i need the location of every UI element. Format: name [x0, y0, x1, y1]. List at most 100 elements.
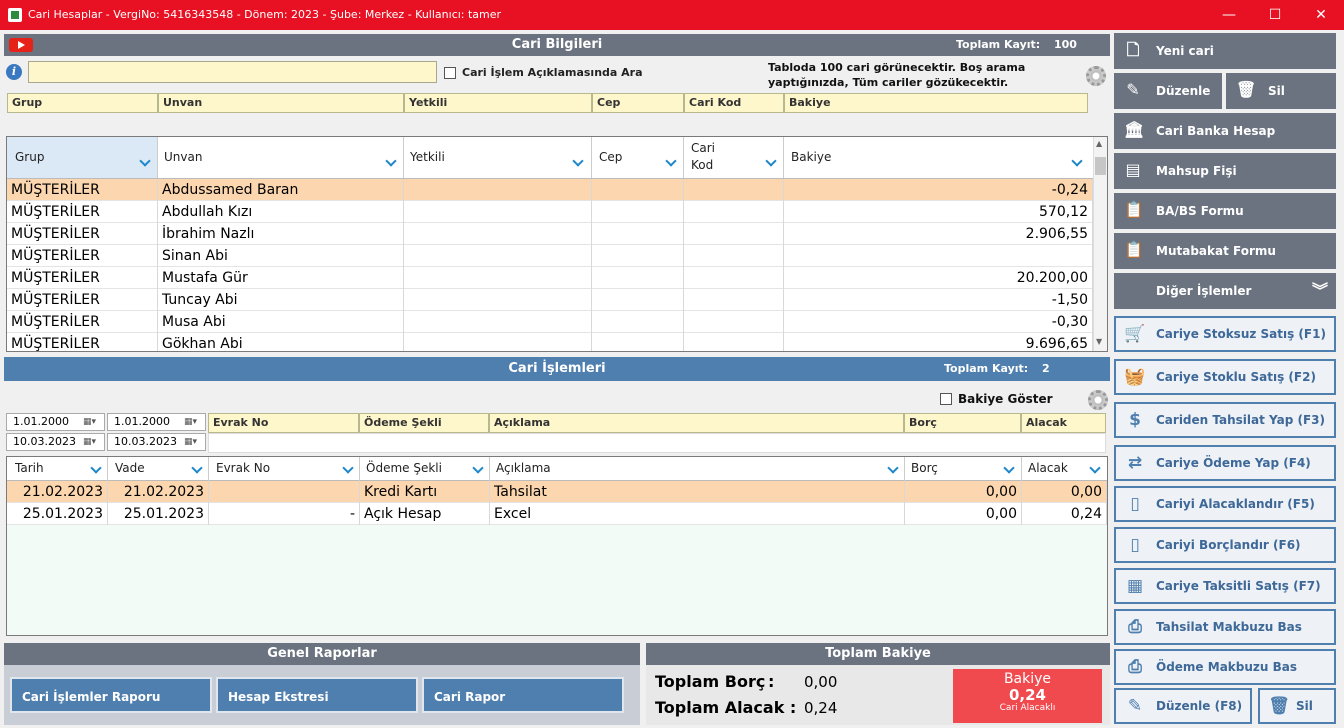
cari-total-value: 100 — [1054, 38, 1077, 51]
chevron-down-icon[interactable] — [887, 462, 899, 474]
aciklama-search-checkbox[interactable] — [444, 67, 456, 79]
duzenle-f8-button[interactable]: ✎ Düzenle (F8) — [1114, 688, 1252, 724]
chevron-down-icon[interactable] — [472, 462, 484, 474]
calendar-dropdown-icon[interactable]: ▦▾ — [184, 436, 202, 448]
mahsup-fisi-button[interactable]: ▤ Mahsup Fişi — [1114, 153, 1336, 189]
filter-cari-kod[interactable]: Cari Kod — [684, 93, 784, 113]
side-action-button[interactable]: 🛒 Cariye Stoksuz Satış (F1) — [1114, 316, 1336, 352]
cari-row[interactable]: MÜŞTERİLER Abdullah Kızı 570,12 — [7, 201, 1093, 223]
mutabakat-formu-button[interactable]: 📋 Mutabakat Formu — [1114, 233, 1336, 269]
close-button[interactable]: ✕ — [1298, 0, 1344, 30]
col-cep[interactable]: Cep — [592, 137, 684, 178]
filter-cep[interactable]: Cep — [592, 93, 684, 113]
scroll-up-icon[interactable]: ▲ — [1096, 139, 1102, 148]
calendar-dropdown-icon[interactable]: ▦▾ — [83, 416, 101, 428]
side-action-button[interactable]: ▯ Cariyi Borçlandır (F6) — [1114, 527, 1336, 563]
chevron-down-icon[interactable] — [90, 462, 102, 474]
side-action-button[interactable]: ▯ Cariyi Alacaklandır (F5) — [1114, 486, 1336, 522]
pencil-icon: ✎ — [1127, 696, 1143, 716]
new-file-icon: 🗋 — [1126, 40, 1140, 59]
chevron-down-icon[interactable] — [139, 155, 151, 167]
chevron-down-icon[interactable] — [385, 155, 397, 167]
payment-icon: ⇄ — [1127, 453, 1143, 473]
sil-button[interactable]: 🗑 Sil — [1226, 73, 1336, 109]
calendar-dropdown-icon[interactable]: ▦▾ — [83, 436, 101, 448]
chevron-down-icon[interactable] — [1071, 155, 1083, 167]
date-from-vade[interactable]: 1.01.2000 ▦▾ — [107, 413, 206, 431]
scroll-thumb[interactable] — [1095, 157, 1106, 175]
receipt-icon: ▯ — [1130, 535, 1140, 555]
col-grup[interactable]: Grup — [7, 137, 158, 178]
col-yetkili[interactable]: Yetkili — [404, 137, 592, 178]
bakiye-goster-checkbox[interactable] — [940, 393, 952, 405]
filter-alacak[interactable]: Alacak — [1021, 413, 1106, 433]
col-odeme-sekli[interactable]: Ödeme Şekli — [360, 457, 490, 481]
col-borc[interactable]: Borç — [905, 457, 1022, 481]
maximize-button[interactable]: ☐ — [1252, 0, 1298, 30]
chevron-down-icon[interactable] — [1089, 462, 1101, 474]
cari-row[interactable]: MÜŞTERİLER Tuncay Abi -1,50 — [7, 289, 1093, 311]
side-action-button[interactable]: ▦ Cariye Taksitli Satış (F7) — [1114, 568, 1336, 604]
col-tarih[interactable]: Tarih — [7, 457, 108, 481]
yeni-cari-button[interactable]: 🗋 Yeni cari — [1114, 33, 1336, 69]
chevron-down-icon[interactable] — [342, 462, 354, 474]
date-to-vade[interactable]: 10.03.2023 ▦▾ — [107, 433, 206, 451]
duzenle-button[interactable]: ✎ Düzenle — [1114, 73, 1222, 109]
side-action-button[interactable]: ⎙ Tahsilat Makbuzu Bas — [1114, 609, 1336, 645]
col-unvan[interactable]: Unvan — [158, 137, 404, 178]
settings-gear-icon[interactable] — [1086, 66, 1106, 86]
side-action-button[interactable]: $ Cariden Tahsilat Yap (F3) — [1114, 402, 1336, 438]
filter-borc[interactable]: Borç — [904, 413, 1021, 433]
side-action-button[interactable]: ⎙ Ödeme Makbuzu Bas — [1114, 649, 1336, 685]
chevron-down-icon[interactable] — [572, 155, 584, 167]
side-action-button[interactable]: ⇄ Cariye Ödeme Yap (F4) — [1114, 445, 1336, 481]
col-cari-kod[interactable]: Cari Kod — [684, 137, 784, 178]
settings-gear-icon[interactable] — [1088, 390, 1108, 410]
filter-evrak-no[interactable]: Evrak No — [208, 413, 359, 433]
filter-unvan[interactable]: Unvan — [158, 93, 404, 113]
islem-cell-aciklama: Tahsilat — [490, 481, 905, 503]
filter-input-row[interactable] — [208, 433, 1106, 453]
col-evrak-no[interactable]: Evrak No — [209, 457, 360, 481]
diger-islemler-toggle[interactable]: Diğer İşlemler ︾ — [1114, 273, 1336, 309]
col-alacak[interactable]: Alacak — [1022, 457, 1107, 481]
islem-row[interactable]: 21.02.2023 21.02.2023 Kredi Kartı Tahsilat 0… — [7, 481, 1107, 503]
cari-row[interactable]: MÜŞTERİLER Gökhan Abi 9.696,65 — [7, 333, 1093, 351]
minimize-button[interactable]: — — [1206, 0, 1252, 30]
cari-scrollbar[interactable]: ▲ ▼ — [1093, 137, 1107, 351]
islem-row[interactable]: 25.01.2023 25.01.2023- Açık Hesap Excel 0,00… — [7, 503, 1107, 525]
cari-rapor-button[interactable]: Cari Rapor — [422, 677, 624, 713]
col-aciklama[interactable]: Açıklama — [490, 457, 905, 481]
toplam-alacak-label: Toplam Alacak : — [655, 698, 797, 717]
col-bakiye[interactable]: Bakiye — [784, 137, 1093, 178]
filter-odeme-sekli[interactable]: Ödeme Şekli — [359, 413, 489, 433]
cari-islemler-raporu-button[interactable]: Cari İşlemler Raporu — [10, 677, 212, 713]
cari-row[interactable]: MÜŞTERİLER Musa Abi -0,30 — [7, 311, 1093, 333]
filter-grup[interactable]: Grup — [7, 93, 158, 113]
cari-search-input[interactable] — [28, 61, 437, 83]
filter-yetkili[interactable]: Yetkili — [404, 93, 592, 113]
info-icon[interactable]: i — [6, 64, 22, 80]
cari-row[interactable]: MÜŞTERİLER Abdussamed Baran -0,24 — [7, 179, 1093, 201]
cari-row[interactable]: MÜŞTERİLER Sinan Abi — [7, 245, 1093, 267]
cari-row[interactable]: MÜŞTERİLER İbrahim Nazlı 2.906,55 — [7, 223, 1093, 245]
scroll-down-icon[interactable]: ▼ — [1096, 337, 1102, 346]
col-vade[interactable]: Vade — [108, 457, 209, 481]
calendar-dropdown-icon[interactable]: ▦▾ — [184, 416, 202, 428]
date-to-tarih[interactable]: 10.03.2023 ▦▾ — [6, 433, 105, 451]
date-from-tarih[interactable]: 1.01.2000 ▦▾ — [6, 413, 105, 431]
filter-aciklama[interactable]: Açıklama — [489, 413, 904, 433]
chevron-down-icon[interactable] — [1003, 462, 1015, 474]
chevron-down-icon[interactable] — [665, 155, 677, 167]
cari-row[interactable]: MÜŞTERİLER Mustafa Gür 20.200,00 — [7, 267, 1093, 289]
babs-formu-button[interactable]: 📋 BA/BS Formu — [1114, 193, 1336, 229]
side-action-button[interactable]: 🧺 Cariye Stoklu Satış (F2) — [1114, 359, 1336, 395]
hesap-ekstresi-button[interactable]: Hesap Ekstresi — [216, 677, 418, 713]
cari-cell-cep — [592, 223, 684, 245]
chevron-down-icon[interactable] — [191, 462, 203, 474]
filter-bakiye[interactable]: Bakiye — [784, 93, 1088, 113]
sil-action-button[interactable]: 🗑 Sil — [1258, 688, 1336, 724]
toplam-bakiye-panel: Toplam Bakiye Toplam Borç : 0,00 Toplam … — [646, 643, 1110, 725]
chevron-down-icon[interactable] — [765, 155, 777, 167]
cari-banka-hesap-button[interactable]: 🏛 Cari Banka Hesap — [1114, 113, 1336, 149]
